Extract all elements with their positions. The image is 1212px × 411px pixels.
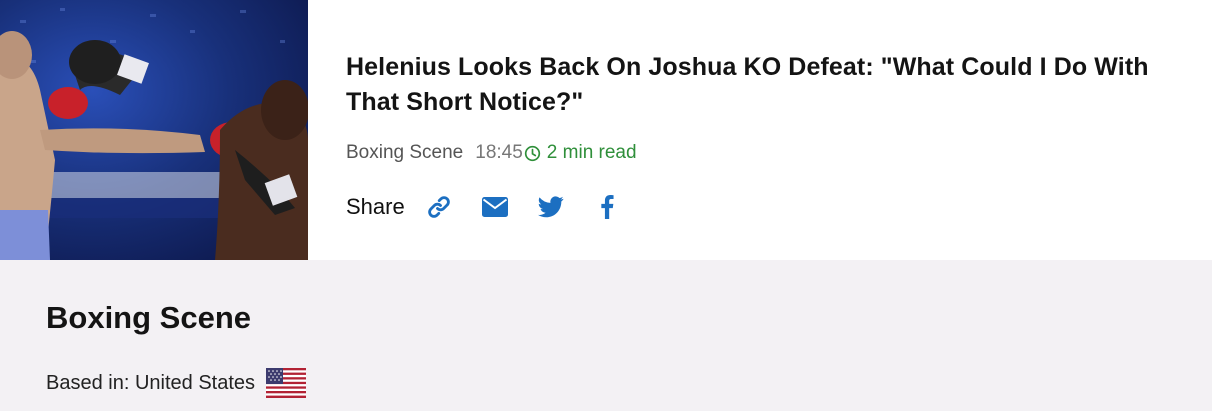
us-flag-icon (266, 368, 307, 398)
source-name: Boxing Scene (46, 300, 251, 335)
link-icon[interactable] (425, 193, 453, 221)
based-in-text: Based in: United States (46, 371, 256, 394)
article-info: Helenius Looks Back On Joshua KO Defeat:… (346, 50, 1186, 222)
read-time: 2 min read (546, 142, 637, 163)
article-time: 18:45 (475, 142, 523, 163)
article-card: Helenius Looks Back On Joshua KO Defeat:… (0, 0, 1212, 260)
article-source[interactable]: Boxing Scene (346, 142, 463, 164)
article-thumbnail[interactable] (0, 0, 308, 260)
article-headline[interactable]: Helenius Looks Back On Joshua KO Defeat:… (346, 50, 1186, 120)
clock-icon (524, 145, 541, 162)
email-icon[interactable] (481, 193, 509, 221)
article-meta: Boxing Scene 18:45 2 min read (346, 140, 1186, 166)
source-panel: Boxing Scene Based in: United States (0, 260, 1212, 411)
source-location: Based in: United States (46, 368, 307, 398)
share-label: Share (346, 194, 405, 219)
twitter-icon[interactable] (537, 193, 565, 221)
share-bar: Share (346, 192, 1186, 222)
boxing-photo-image (0, 8, 308, 260)
facebook-icon[interactable] (593, 193, 621, 221)
